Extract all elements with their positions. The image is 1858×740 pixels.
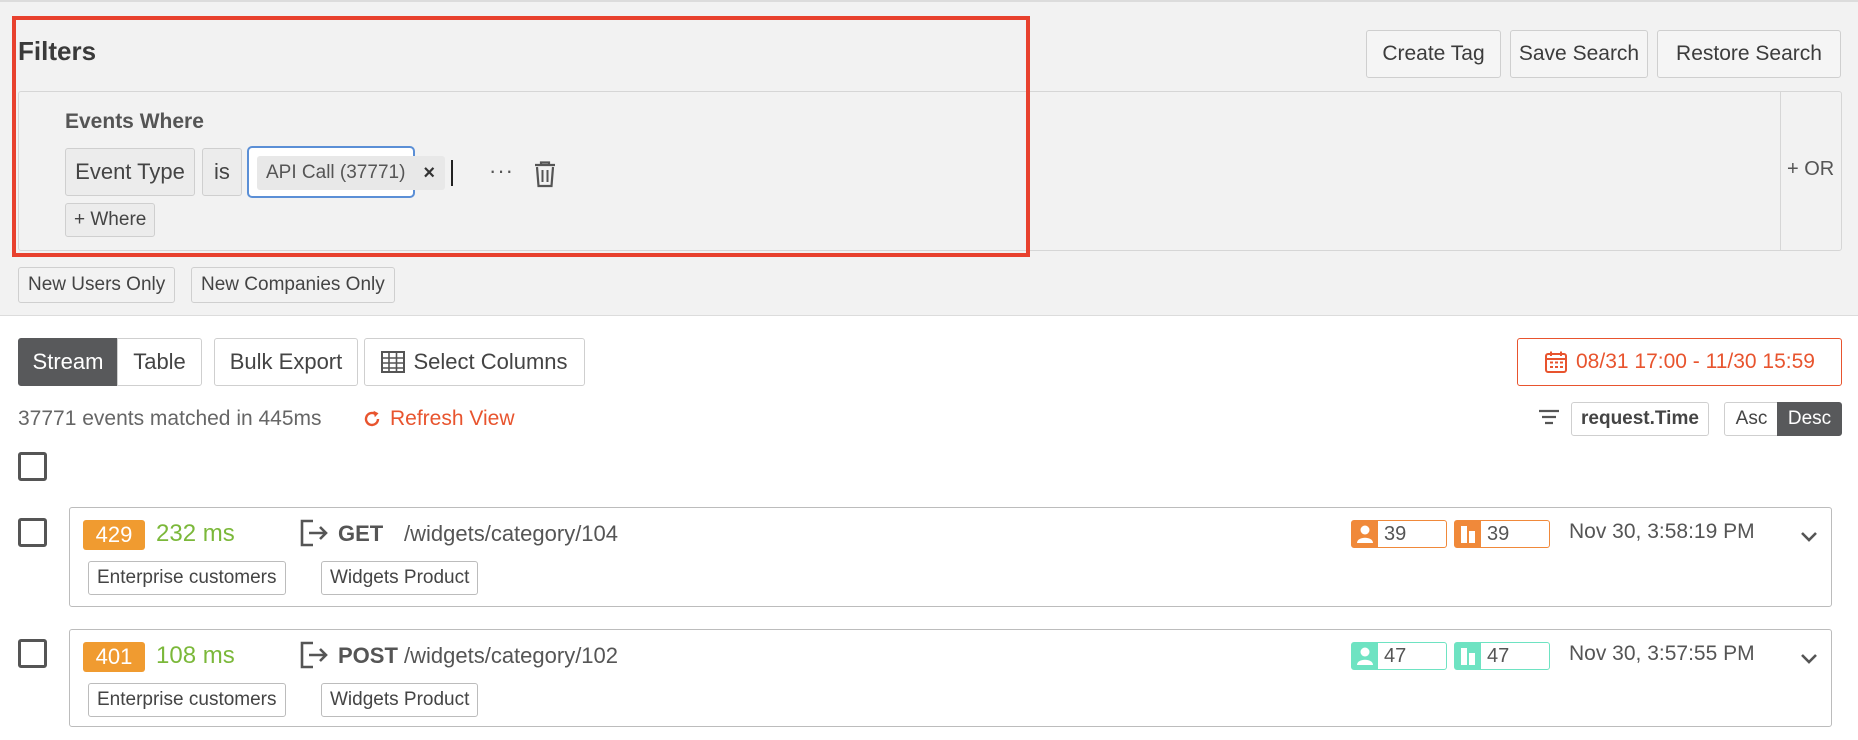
outgoing-request-icon <box>300 641 328 669</box>
status-badge: 429 <box>83 520 145 550</box>
user-icon <box>1352 521 1378 547</box>
user-id: 39 <box>1384 522 1407 545</box>
date-range-label: 08/31 17:00 - 11/30 15:59 <box>1576 350 1815 373</box>
restore-search-button[interactable]: Restore Search <box>1657 30 1841 78</box>
sort-asc-button[interactable]: Asc <box>1724 402 1779 436</box>
grid-icon <box>381 351 406 373</box>
company-id-pill[interactable]: 47 <box>1454 642 1550 670</box>
highlight-box <box>12 16 1030 257</box>
company-id: 47 <box>1487 644 1510 667</box>
sort-desc-button[interactable]: Desc <box>1777 402 1842 436</box>
latency: 232 ms <box>156 520 235 547</box>
event-checkbox[interactable] <box>18 639 47 668</box>
new-users-only-button[interactable]: New Users Only <box>18 267 176 303</box>
create-tag-button[interactable]: Create Tag <box>1366 30 1501 78</box>
chevron-down-icon[interactable] <box>1799 530 1819 544</box>
event-row[interactable]: 401 108 ms POST /widgets/category/102 En… <box>69 629 1832 727</box>
tab-table[interactable]: Table <box>117 338 202 386</box>
segment-tag[interactable]: Widgets Product <box>321 683 479 717</box>
request-path[interactable]: /widgets/category/102 <box>404 643 618 669</box>
user-icon <box>1352 643 1378 669</box>
event-timestamp: Nov 30, 3:57:55 PM <box>1569 642 1755 665</box>
segment-tag[interactable]: Enterprise customers <box>88 561 286 595</box>
tab-stream[interactable]: Stream <box>18 338 118 386</box>
http-method: GET <box>338 521 384 546</box>
segment-tag[interactable]: Enterprise customers <box>88 683 286 717</box>
company-icon <box>1455 521 1481 547</box>
add-or-button[interactable]: + OR <box>1787 158 1834 181</box>
date-range-button[interactable]: 08/31 17:00 - 11/30 15:59 <box>1517 338 1842 386</box>
status-badge: 401 <box>83 642 145 672</box>
select-columns-label: Select Columns <box>413 349 568 374</box>
latency: 108 ms <box>156 642 235 669</box>
matched-count: 37771 events matched in 445ms <box>18 407 322 430</box>
user-id-pill[interactable]: 39 <box>1351 520 1447 548</box>
company-id-pill[interactable]: 39 <box>1454 520 1550 548</box>
filters-panel: Filters Create Tag Save Search Restore S… <box>0 0 1858 316</box>
refresh-icon <box>364 410 380 427</box>
select-all-checkbox[interactable] <box>18 452 47 481</box>
select-columns-button[interactable]: Select Columns <box>364 338 585 386</box>
or-divider <box>1780 92 1781 250</box>
event-checkbox[interactable] <box>18 518 47 547</box>
outgoing-request-icon <box>300 519 328 547</box>
http-method: POST <box>338 643 398 668</box>
sort-field-button[interactable]: request.Time <box>1571 402 1709 436</box>
refresh-view-label: Refresh View <box>390 407 515 430</box>
sort-icon[interactable] <box>1537 408 1561 428</box>
calendar-icon <box>1545 351 1567 373</box>
event-timestamp: Nov 30, 3:58:19 PM <box>1569 520 1755 543</box>
event-row[interactable]: 429 232 ms GET /widgets/category/104 Ent… <box>69 507 1832 607</box>
chevron-down-icon[interactable] <box>1799 652 1819 666</box>
request-path[interactable]: /widgets/category/104 <box>404 521 618 547</box>
refresh-view-button[interactable]: Refresh View <box>362 407 515 431</box>
new-companies-only-button[interactable]: New Companies Only <box>191 267 395 303</box>
bulk-export-button[interactable]: Bulk Export <box>214 338 358 386</box>
company-id: 39 <box>1487 522 1510 545</box>
company-icon <box>1455 643 1481 669</box>
save-search-button[interactable]: Save Search <box>1510 30 1648 78</box>
user-id-pill[interactable]: 47 <box>1351 642 1447 670</box>
user-id: 47 <box>1384 644 1407 667</box>
segment-tag[interactable]: Widgets Product <box>321 561 479 595</box>
